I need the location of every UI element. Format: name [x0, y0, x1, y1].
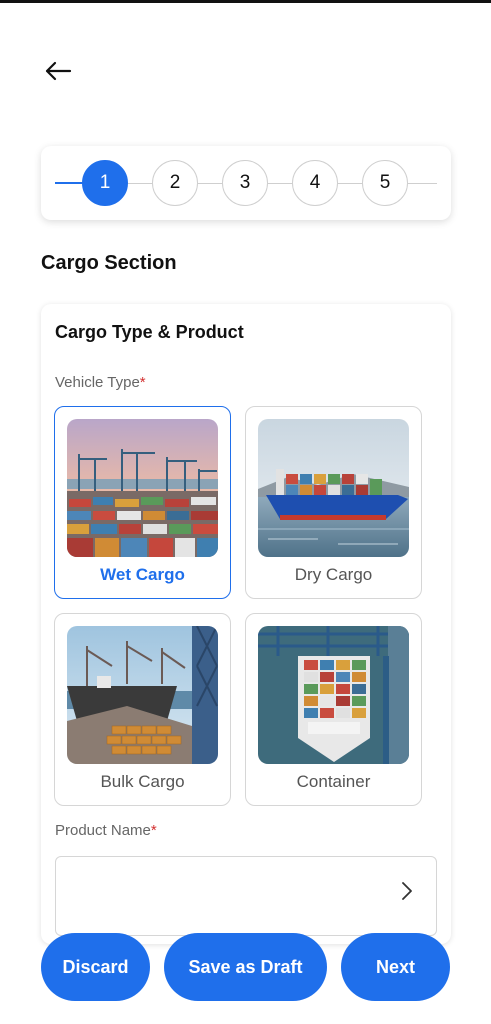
required-mark: * [150, 822, 157, 839]
product-name-selector[interactable] [55, 856, 437, 936]
chevron-right-icon [402, 882, 412, 900]
vehicle-option-label: Wet Cargo [100, 565, 185, 584]
discard-button[interactable]: Discard [41, 933, 150, 1001]
step-5[interactable]: 5 [362, 160, 408, 206]
step-2[interactable]: 2 [152, 160, 198, 206]
vehicle-option-bulk-cargo[interactable]: Bulk Cargo [54, 613, 231, 806]
step-4[interactable]: 4 [292, 160, 338, 206]
progress-stepper: 1 2 3 4 5 [41, 146, 451, 220]
dry-cargo-ship-image [258, 419, 409, 557]
vehicle-option-wet-cargo[interactable]: Wet Cargo [54, 406, 231, 599]
step-3[interactable]: 3 [222, 160, 268, 206]
wet-cargo-port-image [67, 419, 218, 557]
required-mark: * [139, 374, 146, 391]
vehicle-option-label: Dry Cargo [294, 565, 373, 584]
vehicle-option-container[interactable]: Container [245, 613, 422, 806]
vehicle-option-dry-cargo[interactable]: Dry Cargo [245, 406, 422, 599]
cargo-type-card: Cargo Type & Product Vehicle Type* Wet C… [41, 304, 451, 944]
save-draft-button[interactable]: Save as Draft [164, 933, 327, 1001]
next-button[interactable]: Next [341, 933, 450, 1001]
container-ship-image [258, 626, 409, 764]
card-title: Cargo Type & Product [55, 322, 244, 342]
status-bar-line [0, 0, 491, 3]
arrow-left-icon [45, 61, 72, 81]
step-1[interactable]: 1 [82, 160, 128, 206]
back-button[interactable] [40, 56, 76, 86]
section-title: Cargo Section [41, 252, 177, 274]
vehicle-option-label: Container [296, 772, 371, 791]
vehicle-type-label: Vehicle Type* [55, 374, 146, 391]
product-name-label: Product Name* [55, 822, 157, 839]
vehicle-option-label: Bulk Cargo [100, 772, 185, 791]
bulk-cargo-ship-image [67, 626, 218, 764]
